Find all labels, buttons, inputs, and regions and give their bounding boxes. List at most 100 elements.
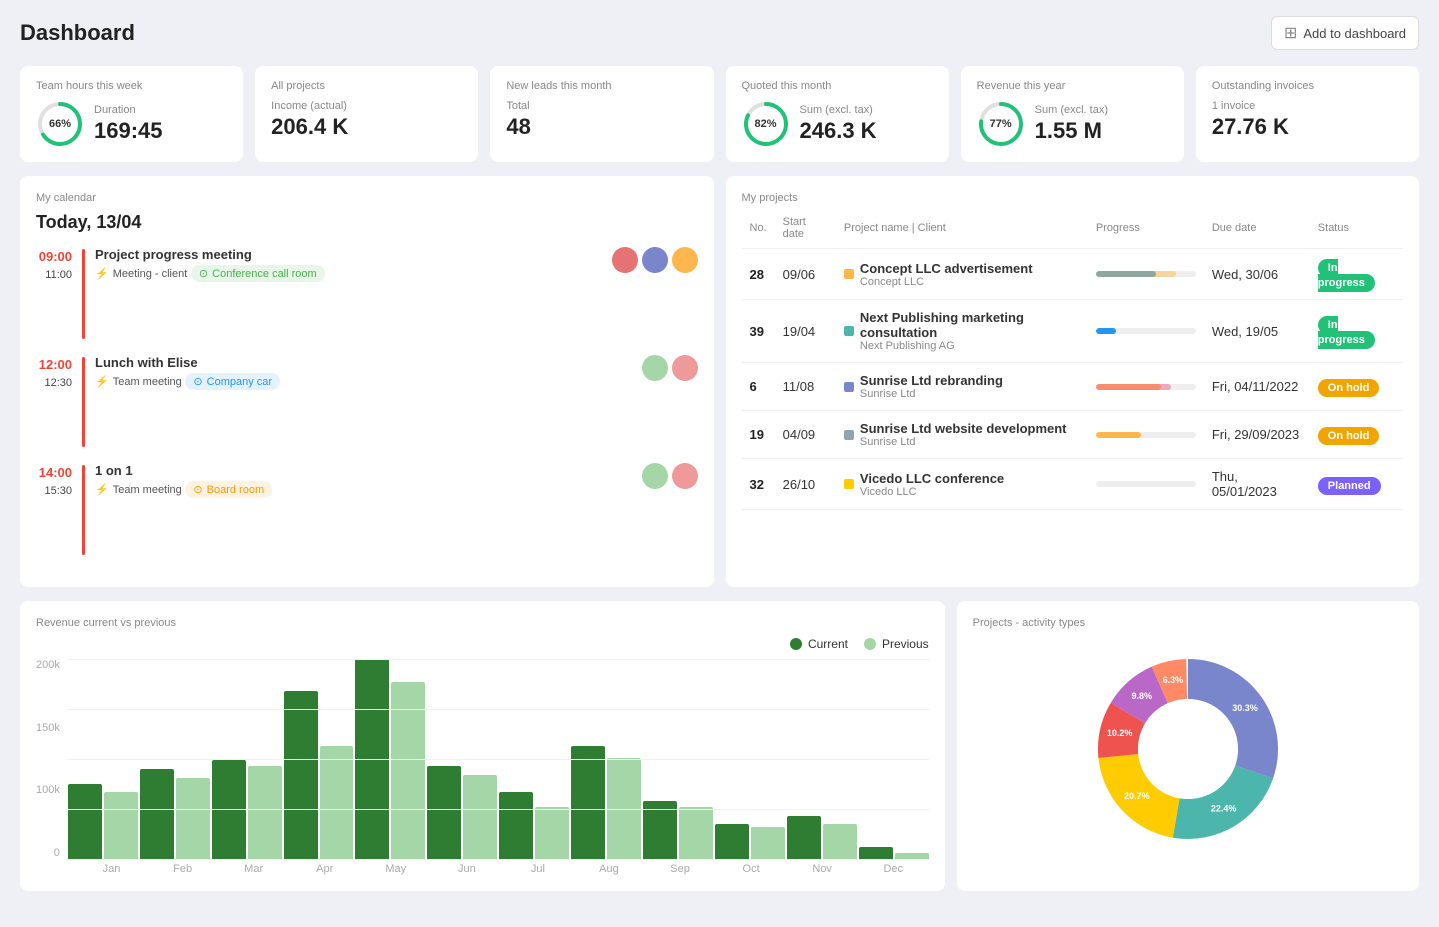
kpi-sub: 1 invoice xyxy=(1212,100,1403,112)
bar-current xyxy=(715,824,749,859)
calendar-title: My calendar xyxy=(36,192,698,204)
col-header: Due date xyxy=(1204,212,1310,249)
progress-bar xyxy=(1096,384,1196,390)
event-bar xyxy=(82,249,85,339)
proj-client: Concept LLC xyxy=(860,276,1033,288)
x-label: Aug xyxy=(573,863,644,875)
table-row[interactable]: 39 19/04 Next Publishing marketing consu… xyxy=(742,300,1404,363)
kpi-label: All projects xyxy=(271,80,462,92)
calendar-card: My calendar Today, 13/04 09:00 11:00 Pro… xyxy=(20,176,714,587)
kpi-sub: Total xyxy=(506,100,697,112)
avatar xyxy=(612,247,638,273)
proj-progress xyxy=(1088,363,1204,411)
bar-group xyxy=(715,824,785,859)
proj-color-dot xyxy=(844,269,854,279)
bar-current xyxy=(643,801,677,859)
proj-color-dot xyxy=(844,326,854,336)
event-location: ⊙ Conference call room xyxy=(191,265,325,282)
event-title: Project progress meeting xyxy=(95,247,602,262)
y-label: 0 xyxy=(36,847,60,859)
kpi-card-4: Revenue this year 77% Sum (excl. tax) 1.… xyxy=(961,66,1184,162)
table-row[interactable]: 32 26/10 Vicedo LLC conference Vicedo LL… xyxy=(742,459,1404,510)
progress-bar xyxy=(1096,328,1196,334)
event-bar xyxy=(82,465,85,555)
bar-group xyxy=(284,691,354,859)
avatar xyxy=(642,463,668,489)
bar-group xyxy=(427,766,497,859)
table-row[interactable]: 28 09/06 Concept LLC advertisement Conce… xyxy=(742,249,1404,300)
avatar xyxy=(642,355,668,381)
proj-due: Fri, 04/11/2022 xyxy=(1204,363,1310,411)
proj-name: Next Publishing marketing consultation xyxy=(860,310,1080,340)
proj-start: 26/10 xyxy=(775,459,836,510)
y-label: 100k xyxy=(36,784,60,796)
bar-group xyxy=(212,760,282,859)
donut-center xyxy=(1138,699,1238,799)
proj-due: Wed, 30/06 xyxy=(1204,249,1310,300)
bar-previous xyxy=(176,778,210,859)
kpi-value: 169:45 xyxy=(94,118,163,144)
legend-previous-label: Previous xyxy=(882,637,929,651)
main-content-row: My calendar Today, 13/04 09:00 11:00 Pro… xyxy=(20,176,1419,587)
proj-client: Vicedo LLC xyxy=(860,486,1004,498)
proj-start: 09/06 xyxy=(775,249,836,300)
bar-current xyxy=(499,792,533,859)
proj-progress xyxy=(1088,249,1204,300)
event-time: 12:00 12:30 xyxy=(36,355,72,391)
kpi-card-1: All projects Income (actual) 206.4 K xyxy=(255,66,478,162)
page-header: Dashboard ⊞ Add to dashboard xyxy=(20,16,1419,50)
proj-name-cell: Next Publishing marketing consultation N… xyxy=(836,300,1088,363)
x-label: Feb xyxy=(147,863,218,875)
proj-name: Sunrise Ltd website development xyxy=(860,421,1067,436)
donut-label: 20.7% xyxy=(1124,791,1150,801)
bar-previous xyxy=(895,853,929,859)
add-dashboard-button[interactable]: ⊞ Add to dashboard xyxy=(1271,16,1419,50)
proj-status: On hold xyxy=(1310,411,1403,459)
legend-current-label: Current xyxy=(808,637,848,651)
kpi-row: Team hours this week 66% Duration 169:45… xyxy=(20,66,1419,162)
proj-client: Sunrise Ltd xyxy=(860,388,1003,400)
bar-current xyxy=(212,760,246,859)
table-row[interactable]: 6 11/08 Sunrise Ltd rebranding Sunrise L… xyxy=(742,363,1404,411)
proj-progress xyxy=(1088,411,1204,459)
projects-card: My projects No.Start dateProject name | … xyxy=(726,176,1420,587)
proj-no: 39 xyxy=(742,300,775,363)
x-label: Jul xyxy=(502,863,573,875)
proj-name-cell: Concept LLC advertisement Concept LLC xyxy=(836,249,1088,300)
proj-progress xyxy=(1088,459,1204,510)
proj-due: Fri, 29/09/2023 xyxy=(1204,411,1310,459)
proj-color-dot xyxy=(844,479,854,489)
x-label: Sep xyxy=(645,863,716,875)
kpi-sub: Duration xyxy=(94,104,163,116)
proj-status: In progress xyxy=(1310,300,1403,363)
proj-status: On hold xyxy=(1310,363,1403,411)
donut-label: 9.8% xyxy=(1131,691,1152,701)
x-label: Mar xyxy=(218,863,289,875)
bars xyxy=(68,659,929,859)
chart-bars-container xyxy=(68,659,929,859)
kpi-value: 246.3 K xyxy=(800,118,877,144)
bar-group xyxy=(140,769,210,859)
proj-start: 04/09 xyxy=(775,411,836,459)
progress-bar xyxy=(1096,271,1196,277)
bar-previous xyxy=(823,824,857,859)
proj-start: 11/08 xyxy=(775,363,836,411)
bar-current xyxy=(355,659,389,859)
x-label: May xyxy=(360,863,431,875)
calendar-event-2: 14:00 15:30 1 on 1 ⚡ Team meeting ⊙ Boar… xyxy=(36,463,698,555)
proj-name-cell: Sunrise Ltd rebranding Sunrise Ltd xyxy=(836,363,1088,411)
kpi-card-0: Team hours this week 66% Duration 169:45 xyxy=(20,66,243,162)
event-time: 09:00 11:00 xyxy=(36,247,72,283)
location-icon: ⊙ xyxy=(193,375,202,388)
bar-previous xyxy=(607,758,641,859)
proj-due: Thu, 05/01/2023 xyxy=(1204,459,1310,510)
donut-label: 6.3% xyxy=(1163,675,1184,685)
page-title: Dashboard xyxy=(20,20,135,46)
proj-progress xyxy=(1088,300,1204,363)
bar-current xyxy=(284,691,318,859)
table-row[interactable]: 19 04/09 Sunrise Ltd website development… xyxy=(742,411,1404,459)
kpi-value: 27.76 K xyxy=(1212,114,1403,140)
donut-label: 30.3% xyxy=(1232,703,1258,713)
event-location: ⊙ Company car xyxy=(185,373,280,390)
bar-previous xyxy=(320,746,354,859)
